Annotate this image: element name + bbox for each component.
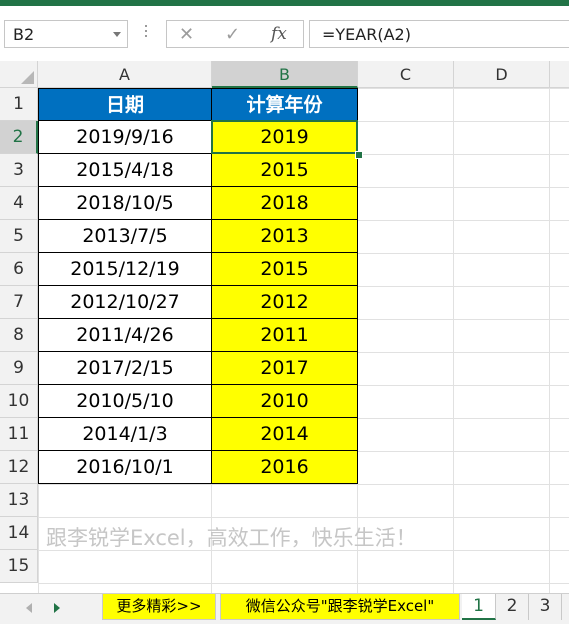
- row-header-10[interactable]: 10: [0, 385, 38, 418]
- year-cell[interactable]: 2010: [212, 385, 358, 418]
- date-cell[interactable]: 2017/2/15: [38, 352, 212, 385]
- row-header-5[interactable]: 5: [0, 220, 38, 253]
- row-header-4[interactable]: 4: [0, 187, 38, 220]
- active-cell-border: [211, 120, 358, 154]
- row-header-1[interactable]: 1: [0, 88, 38, 121]
- formula-buttons: ✕ ✓ fx: [166, 20, 304, 48]
- column-header-b[interactable]: B: [212, 61, 358, 88]
- row-header-15[interactable]: 15: [0, 550, 38, 583]
- grip-icon[interactable]: [144, 22, 148, 46]
- date-cell[interactable]: 2015/12/19: [38, 253, 212, 286]
- formula-input[interactable]: =YEAR(A2): [309, 20, 569, 48]
- row-header-11[interactable]: 11: [0, 418, 38, 451]
- year-cell[interactable]: 2015: [212, 253, 358, 286]
- row-header-2[interactable]: 2: [0, 121, 38, 154]
- select-all-button[interactable]: [0, 61, 38, 88]
- function-icon[interactable]: fx: [271, 24, 287, 44]
- row-header-14[interactable]: 14: [0, 517, 38, 550]
- row-header-8[interactable]: 8: [0, 319, 38, 352]
- sheet-tab-bar: 更多精彩>> 微信公众号"跟李锐学Excel" 1 2 3: [0, 593, 569, 624]
- date-cell[interactable]: 2011/4/26: [38, 319, 212, 352]
- column-header-a[interactable]: A: [38, 61, 212, 88]
- enter-icon[interactable]: ✓: [225, 24, 240, 45]
- fill-handle[interactable]: [355, 151, 363, 159]
- cancel-icon[interactable]: ✕: [179, 24, 194, 45]
- sheet-tab-3[interactable]: 3: [529, 594, 562, 620]
- year-cell[interactable]: 2012: [212, 286, 358, 319]
- sheet-tab-more[interactable]: 更多精彩>>: [102, 594, 216, 620]
- year-cell[interactable]: 2017: [212, 352, 358, 385]
- chevron-down-icon[interactable]: [113, 32, 121, 37]
- date-cell[interactable]: 2018/10/5: [38, 187, 212, 220]
- column-header-d[interactable]: D: [454, 61, 550, 88]
- date-cell[interactable]: 2016/10/1: [38, 451, 212, 484]
- date-cell[interactable]: 2013/7/5: [38, 220, 212, 253]
- formula-text: =YEAR(A2): [322, 25, 411, 44]
- column-header-e[interactable]: [550, 61, 569, 88]
- row-header-13[interactable]: 13: [0, 484, 38, 517]
- row-header-12[interactable]: 12: [0, 451, 38, 484]
- header-cell-date[interactable]: 日期: [38, 88, 212, 121]
- date-cell[interactable]: 2015/4/18: [38, 154, 212, 187]
- year-cell[interactable]: 2011: [212, 319, 358, 352]
- formula-row: B2 ✕ ✓ fx =YEAR(A2): [0, 6, 569, 62]
- row-header-7[interactable]: 7: [0, 286, 38, 319]
- row-header-6[interactable]: 6: [0, 253, 38, 286]
- date-cell[interactable]: 2010/5/10: [38, 385, 212, 418]
- year-cell[interactable]: 2014: [212, 418, 358, 451]
- name-box-value: B2: [13, 25, 35, 44]
- year-cell[interactable]: 2013: [212, 220, 358, 253]
- column-header-c[interactable]: C: [358, 61, 454, 88]
- date-cell[interactable]: 2019/9/16: [38, 121, 212, 154]
- year-cell[interactable]: 2018: [212, 187, 358, 220]
- scroll-right-icon[interactable]: [54, 603, 60, 613]
- row-header-9[interactable]: 9: [0, 352, 38, 385]
- header-cell-year[interactable]: 计算年份: [212, 88, 358, 121]
- sheet-tab-2[interactable]: 2: [496, 594, 529, 620]
- year-cell[interactable]: 2015: [212, 154, 358, 187]
- sheet-tab-wechat[interactable]: 微信公众号"跟李锐学Excel": [220, 594, 460, 620]
- footer-note: 跟李锐学Excel，高效工作，快乐生活！: [46, 526, 417, 550]
- date-cell[interactable]: 2012/10/27: [38, 286, 212, 319]
- sheet-tab-1[interactable]: 1: [462, 594, 496, 620]
- scroll-left-icon[interactable]: [26, 603, 32, 613]
- date-cell[interactable]: 2014/1/3: [38, 418, 212, 451]
- row-header-3[interactable]: 3: [0, 154, 38, 187]
- name-box[interactable]: B2: [4, 20, 128, 48]
- year-cell[interactable]: 2016: [212, 451, 358, 484]
